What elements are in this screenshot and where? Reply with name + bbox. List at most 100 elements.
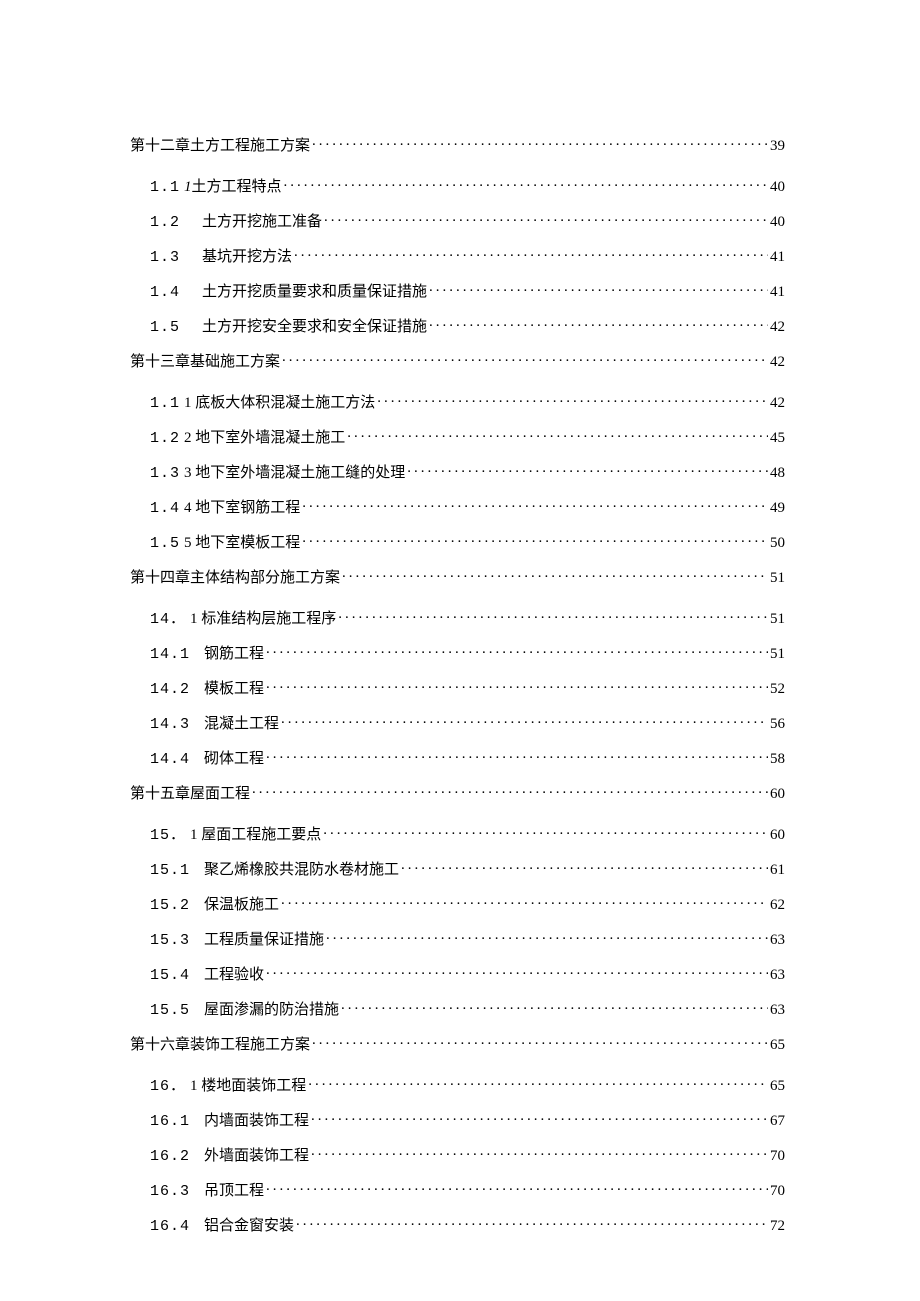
toc-leader-dots <box>294 246 768 261</box>
toc-page-number: 50 <box>770 535 785 552</box>
toc-page-number: 45 <box>770 430 785 447</box>
toc-page-number: 70 <box>770 1148 785 1165</box>
toc-title: 4 地下室钢筋工程 <box>184 496 300 517</box>
toc-leader-dots <box>308 1075 768 1090</box>
toc-title: 工程验收 <box>204 963 264 984</box>
toc-subitem: 1.3 基坑开挖方法 41 <box>130 245 785 266</box>
toc-title: 1 楼地面装饰工程 <box>190 1074 306 1095</box>
toc-page-number: 65 <box>770 1078 785 1095</box>
toc-subitem: 1.55 地下室模板工程50 <box>130 531 785 552</box>
toc-leader-dots <box>326 929 768 944</box>
toc-leader-dots <box>407 462 768 477</box>
toc-leader-dots <box>311 1110 768 1125</box>
toc-leader-dots <box>429 281 768 296</box>
toc-subitem: 1.22 地下室外墙混凝土施工45 <box>130 426 785 447</box>
toc-leader-dots <box>377 392 768 407</box>
toc-page-number: 56 <box>770 716 785 733</box>
toc-title: 基坑开挖方法 <box>202 245 292 266</box>
toc-title: 屋面渗漏的防治措施 <box>204 998 339 1019</box>
toc-number: 16． <box>150 1074 186 1095</box>
toc-number: 1.1 <box>150 179 180 196</box>
toc-number: 1.5 <box>150 535 180 552</box>
toc-title: 1 底板大体积混凝土施工方法 <box>184 391 375 412</box>
toc-title: 吊顶工程 <box>204 1179 264 1200</box>
toc-number: 15.2 <box>150 897 190 914</box>
toc-title: 第十六章装饰工程施工方案 <box>130 1033 310 1054</box>
toc-subitem: 16．1 楼地面装饰工程 65 <box>130 1074 785 1095</box>
toc-page-number: 51 <box>770 646 785 663</box>
toc-number: 1.3 <box>150 465 180 482</box>
toc-title: 模板工程 <box>204 677 264 698</box>
toc-title: 钢筋工程 <box>204 642 264 663</box>
toc-number: 1.5 <box>150 319 180 336</box>
toc-leader-dots <box>284 176 768 191</box>
toc-title: 土方开挖安全要求和安全保证措施 <box>202 315 427 336</box>
toc-subitem: 15.5屋面渗漏的防治措施63 <box>130 998 785 1019</box>
toc-leader-dots <box>342 567 768 582</box>
toc-number: 14.2 <box>150 681 190 698</box>
toc-leader-dots <box>311 1145 768 1160</box>
toc-title: 外墙面装饰工程 <box>204 1144 309 1165</box>
toc-number: 15.4 <box>150 967 190 984</box>
toc-title: 土方工程特点 <box>192 175 282 196</box>
toc-page-number: 49 <box>770 500 785 517</box>
toc-number: 16.3 <box>150 1183 190 1200</box>
toc-title: 3 地下室外墙混凝土施工缝的处理 <box>184 461 405 482</box>
toc-ital: 1 <box>184 179 192 196</box>
toc-title: 土方开挖施工准备 <box>202 210 322 231</box>
toc-page-number: 72 <box>770 1218 785 1235</box>
toc-subitem: 14.1钢筋工程51 <box>130 642 785 663</box>
toc-chapter: 第十二章土方工程施工方案39 <box>130 134 785 155</box>
toc-leader-dots <box>302 497 768 512</box>
toc-leader-dots <box>266 964 768 979</box>
toc-number: 16.4 <box>150 1218 190 1235</box>
toc-number: 14.4 <box>150 751 190 768</box>
toc-page-number: 63 <box>770 967 785 984</box>
toc-page-number: 42 <box>770 354 785 371</box>
toc-title: 第十五章屋面工程 <box>130 782 250 803</box>
toc-page-number: 39 <box>770 138 785 155</box>
toc-title: 第十三章基础施工方案 <box>130 350 280 371</box>
toc-subitem: 14．1 标准结构层施工程序51 <box>130 607 785 628</box>
toc-subitem: 15.1聚乙烯橡胶共混防水卷材施工61 <box>130 858 785 879</box>
toc-page-number: 51 <box>770 570 785 587</box>
toc-title: 1 屋面工程施工要点 <box>190 823 321 844</box>
toc-subitem: 15.2保温板施工62 <box>130 893 785 914</box>
toc-number: 16.2 <box>150 1148 190 1165</box>
toc-page-number: 41 <box>770 284 785 301</box>
toc-subitem: 1.44 地下室钢筋工程 49 <box>130 496 785 517</box>
toc-title: 工程质量保证措施 <box>204 928 324 949</box>
toc-subitem: 14.3混凝土工程56 <box>130 712 785 733</box>
toc-title: 砌体工程 <box>204 747 264 768</box>
toc-leader-dots <box>266 643 768 658</box>
toc-title: 内墙面装饰工程 <box>204 1109 309 1130</box>
toc-title: 第十四章主体结构部分施工方案 <box>130 566 340 587</box>
toc-chapter: 第十五章屋面工程60 <box>130 782 785 803</box>
toc-subitem: 14.4砌体工程58 <box>130 747 785 768</box>
toc-page-number: 42 <box>770 319 785 336</box>
toc-title: 保温板施工 <box>204 893 279 914</box>
toc-chapter: 第十六章装饰工程施工方案65 <box>130 1033 785 1054</box>
toc-page-number: 42 <box>770 395 785 412</box>
toc-subitem: 1.11 土方工程特点 40 <box>130 175 785 196</box>
toc-leader-dots <box>252 783 768 798</box>
toc-page-number: 40 <box>770 214 785 231</box>
toc-subitem: 1.4土方开挖质量要求和质量保证措施41 <box>130 280 785 301</box>
toc-leader-dots <box>302 532 768 547</box>
toc-number: 15.1 <box>150 862 190 879</box>
toc-leader-dots <box>347 427 768 442</box>
toc-page-number: 48 <box>770 465 785 482</box>
toc-page-number: 40 <box>770 179 785 196</box>
toc-title: 聚乙烯橡胶共混防水卷材施工 <box>204 858 399 879</box>
toc-page-number: 70 <box>770 1183 785 1200</box>
toc-subitem: 1.2土方开挖施工准备40 <box>130 210 785 231</box>
toc-leader-dots <box>401 859 768 874</box>
toc-title: 混凝土工程 <box>204 712 279 733</box>
toc-leader-dots <box>338 608 768 623</box>
toc-number: 1.3 <box>150 249 180 266</box>
toc-number: 1.4 <box>150 500 180 517</box>
toc-subitem: 16.2 外墙面装饰工程 70 <box>130 1144 785 1165</box>
toc-chapter: 第十四章主体结构部分施工方案 51 <box>130 566 785 587</box>
toc-subitem: 16.1内墙面装饰工程67 <box>130 1109 785 1130</box>
toc-page-number: 41 <box>770 249 785 266</box>
